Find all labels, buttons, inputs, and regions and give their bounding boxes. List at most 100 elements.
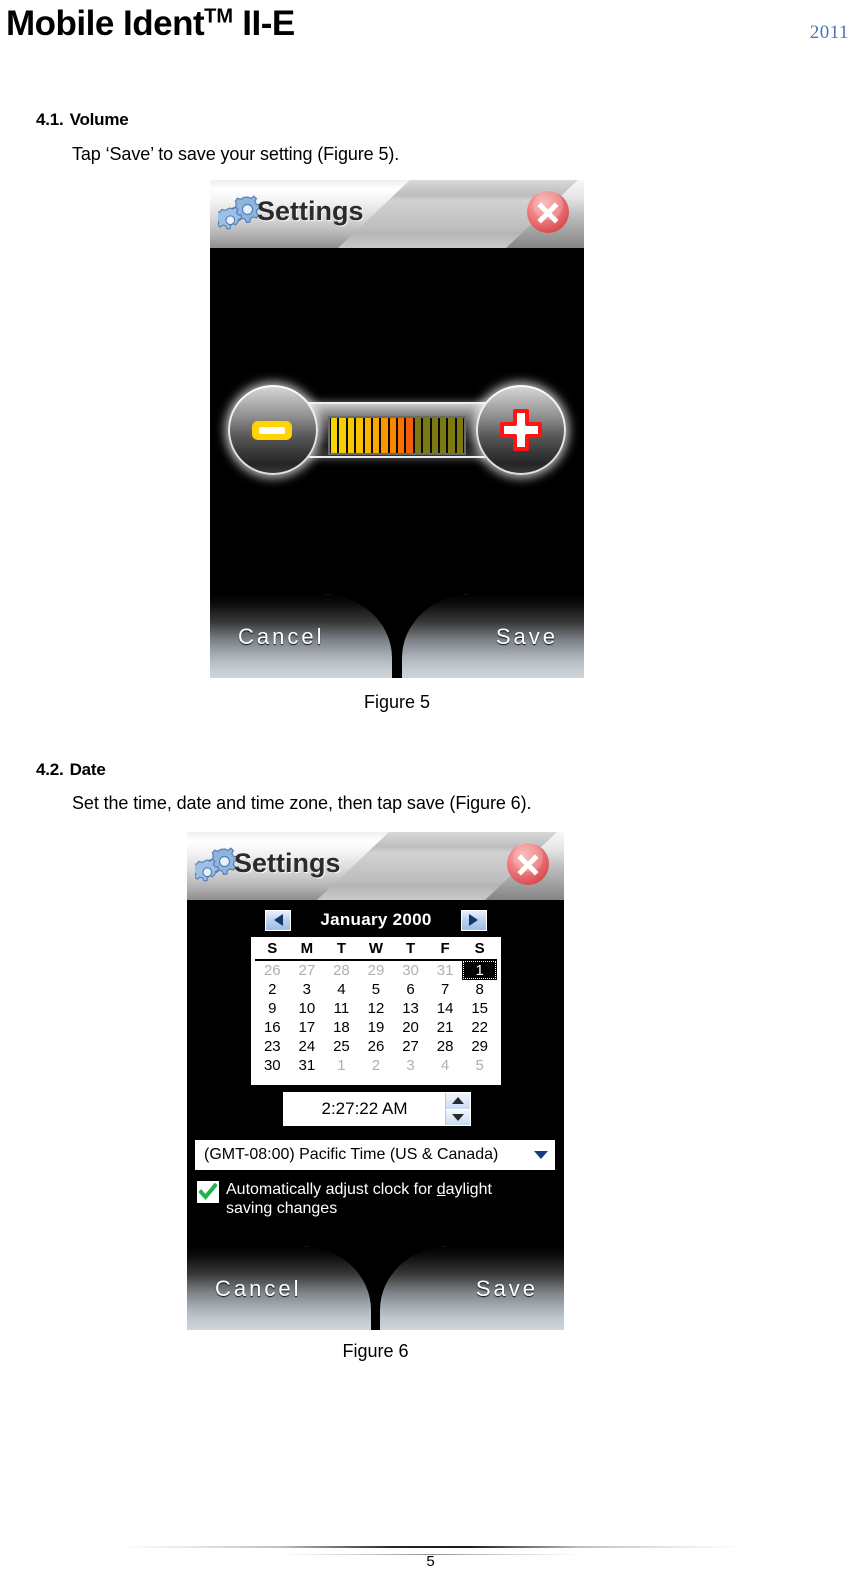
calendar-day[interactable]: 8 [462,980,497,999]
calendar-day[interactable]: 27 [393,1037,428,1056]
calendar-day[interactable]: 2 [255,980,290,999]
save-button[interactable]: Save [380,1246,564,1330]
time-spinner-up-button[interactable] [446,1093,470,1109]
volume-segment [448,418,455,453]
spinner-up-icon [452,1097,464,1105]
volume-increase-button[interactable] [476,385,566,475]
calendar-day[interactable]: 4 [324,980,359,999]
section-number: 4.1. [36,110,64,129]
volume-segment [372,418,380,453]
calendar-next-month-button[interactable] [460,909,487,931]
volume-decrease-button[interactable] [228,385,318,475]
calendar-day[interactable]: 29 [359,960,394,980]
time-value: 2:27:22 AM [321,1099,408,1118]
timezone-select[interactable]: (GMT-08:00) Pacific Time (US & Canada) [195,1140,555,1170]
volume-slider[interactable] [220,385,574,475]
calendar-day[interactable]: 30 [255,1056,290,1075]
calendar-day[interactable]: 31 [428,960,463,980]
calendar-day[interactable]: 22 [462,1018,497,1037]
save-button-label: Save [475,1276,538,1301]
calendar-day[interactable]: 20 [393,1018,428,1037]
calendar-day[interactable]: 7 [428,980,463,999]
calendar-day[interactable]: 31 [290,1056,325,1075]
calendar-day[interactable]: 18 [324,1018,359,1037]
calendar-day[interactable]: 15 [462,999,497,1018]
volume-segment [356,418,363,453]
titlebar-title: Settings [257,196,364,226]
time-spinner-down-button[interactable] [446,1108,470,1125]
calendar-day[interactable]: 5 [359,980,394,999]
calendar-day[interactable]: 1 [324,1056,359,1075]
time-spinner[interactable] [445,1093,470,1125]
spinner-down-icon [452,1113,464,1121]
calendar-grid[interactable]: S M T W T F S 26 27 28 29 30 31 1 2 3 4 5 6 7 8 9 10 11 12 13 14 15… [251,937,501,1085]
calendar-day[interactable]: 11 [324,999,359,1018]
calendar-weekday-header: M [289,939,325,961]
calendar-day[interactable]: 3 [290,980,325,999]
close-icon[interactable] [524,188,572,241]
section-heading-volume: 4.1. Volume [36,110,129,130]
cancel-button[interactable]: Cancel [210,594,392,678]
gears-icon [190,846,239,891]
volume-segment [381,418,388,453]
calendar-day[interactable]: 26 [359,1037,394,1056]
trademark-superscript: TM [204,5,234,28]
calendar-navigation: January 2000 [265,908,487,932]
volume-level-meter [328,416,466,455]
footer-divider [120,1546,741,1548]
volume-segment [398,418,405,453]
calendar-day-selected[interactable]: 1 [462,960,497,980]
volume-segment [439,418,447,453]
calendar-day[interactable]: 25 [324,1037,359,1056]
calendar-day[interactable]: 17 [290,1018,325,1037]
calendar-prev-month-button[interactable] [265,909,291,931]
calendar-day[interactable]: 19 [359,1018,394,1037]
device-screenshot-date: Settings January 2000 S M T W T F S 26 2… [187,832,564,1330]
calendar-day[interactable]: 4 [428,1056,463,1075]
calendar-day[interactable]: 13 [393,999,428,1018]
arrow-right-icon [469,914,479,926]
calendar-day[interactable]: 23 [255,1037,290,1056]
daylight-label-accel: d [436,1181,446,1198]
calendar-weekday-header: F [427,939,463,961]
time-field[interactable]: 2:27:22 AM [283,1092,471,1126]
calendar-day[interactable]: 6 [393,980,428,999]
volume-segment [339,418,346,453]
calendar-day[interactable]: 3 [393,1056,428,1075]
page-title: Mobile IdentTM II-E [6,4,295,44]
daylight-saving-row[interactable]: Automatically adjust clock for daylight … [197,1180,553,1218]
plus-icon [498,407,544,458]
section-heading-date: 4.2. Date [36,760,106,780]
volume-segment [431,418,438,453]
calendar-day[interactable]: 29 [462,1037,497,1056]
calendar-day[interactable]: 30 [393,960,428,980]
calendar-day[interactable]: 12 [359,999,394,1018]
daylight-saving-label: Automatically adjust clock for daylight … [226,1180,526,1218]
daylight-saving-checkbox[interactable] [197,1181,219,1203]
calendar-day[interactable]: 24 [290,1037,325,1056]
calendar-day[interactable]: 5 [462,1056,497,1075]
calendar-day[interactable]: 27 [290,960,325,980]
volume-segment [389,418,396,453]
save-button[interactable]: Save [402,594,584,678]
calendar-day[interactable]: 14 [428,999,463,1018]
calendar-weekday-header: S [462,939,497,961]
calendar-day[interactable]: 9 [255,999,290,1018]
calendar-week-row: 23 24 25 26 27 28 29 [255,1037,497,1056]
cancel-button[interactable]: Cancel [187,1246,371,1330]
calendar-day[interactable]: 2 [359,1056,394,1075]
calendar-week-row: 2345678 [255,980,497,999]
calendar-week-row: 16 17 18 19 20 21 22 [255,1018,497,1037]
close-icon[interactable] [504,840,552,893]
section-title: Date [69,760,106,779]
calendar-day[interactable]: 26 [255,960,290,980]
calendar-day[interactable]: 10 [290,999,325,1018]
device-titlebar: Settings [210,180,584,248]
calendar-day[interactable]: 16 [255,1018,290,1037]
checkmark-icon [199,1183,217,1201]
calendar-day[interactable]: 28 [324,960,359,980]
gears-icon [213,194,262,239]
calendar-month-label: January 2000 [320,910,432,929]
calendar-day[interactable]: 28 [428,1037,463,1056]
calendar-day[interactable]: 21 [428,1018,463,1037]
